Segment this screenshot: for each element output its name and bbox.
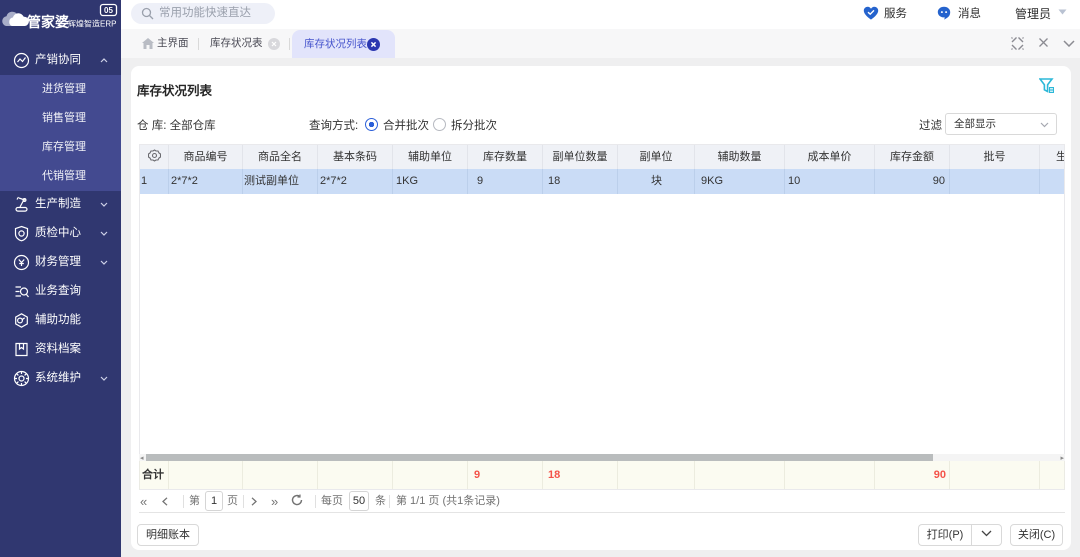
svg-text:辉煌智造ERP: 辉煌智造ERP: [68, 19, 116, 29]
svg-text:管家婆: 管家婆: [27, 14, 69, 30]
svg-text:05: 05: [104, 6, 113, 15]
